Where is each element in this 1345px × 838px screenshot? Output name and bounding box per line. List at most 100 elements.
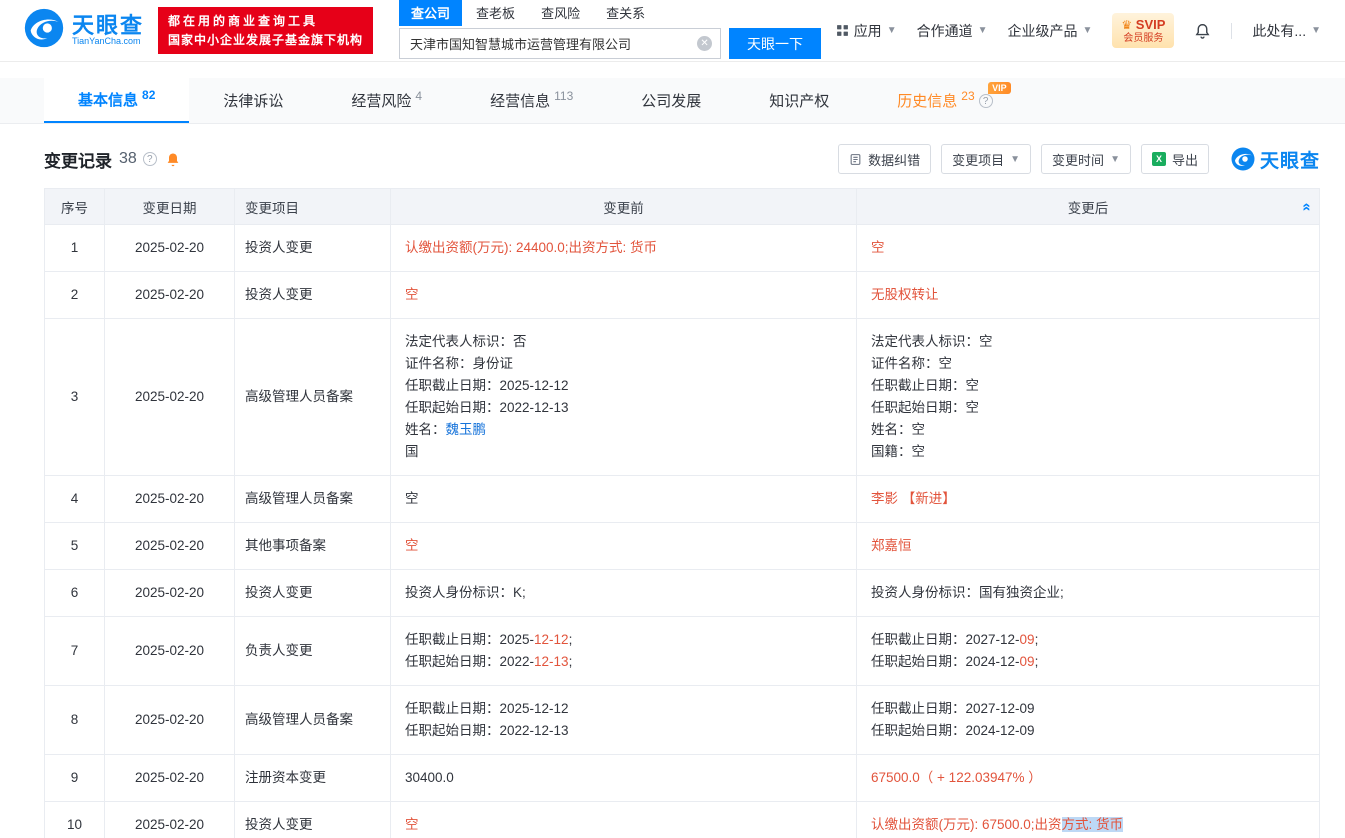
toolbar-tianyancha-logo: 天眼查 xyxy=(1231,146,1320,173)
search-block: 查公司查老板查风险查关系 ✕ 天眼一下 xyxy=(399,0,822,59)
table-row: 7 2025-02-20 负责人变更 任职截止日期：2025-12-12; 任职起始日期… xyxy=(44,616,1320,686)
header-spacer xyxy=(0,62,1345,78)
cell-change-date: 2025-02-20 xyxy=(104,475,235,523)
nav-tabs: 基本信息 82 法律诉讼 经营风险 4 经营信息 113 公司发展 知识产权 历史信息 23? VIP xyxy=(0,78,1345,124)
search-tab-boss[interactable]: 查老板 xyxy=(464,0,527,26)
col-header-no: 序号 xyxy=(44,188,105,225)
svip-member-button[interactable]: ♛ SVIP 会员服务 xyxy=(1112,13,1175,48)
cell-row-number: 1 xyxy=(44,224,105,272)
search-tabs: 查公司 查老板 查风险 查关系 xyxy=(399,0,821,26)
tab-legal-proceedings-label: 法律诉讼 xyxy=(223,93,284,110)
clear-search-icon[interactable]: ✕ xyxy=(697,36,713,51)
menu-partnership-label: 合作通道 xyxy=(916,22,973,39)
cell-after: 认缴出资额(万元): 67500.0;出资方式: 货币 xyxy=(856,801,1320,838)
search-tab-company[interactable]: 查公司 xyxy=(399,0,463,26)
cell-change-item: 其他事项备案 xyxy=(234,522,391,570)
cell-after: 67500.0（ + 122.03947% ） xyxy=(856,754,1320,802)
tab-history-info-count: 23 xyxy=(961,88,975,103)
cell-after: 投资人身份标识：国有独资企业; xyxy=(856,569,1320,617)
section-header: 变更记录 38 ? 数据纠错 变更项目 ▼ 变更时间 ▼ X 导出 天眼查 xyxy=(44,144,1320,174)
edit-doc-icon xyxy=(850,153,861,165)
cell-after: 李影 【新进】 xyxy=(856,475,1320,523)
apps-grid-icon xyxy=(836,24,849,37)
menu-apps-label: 应用 xyxy=(853,22,882,39)
filter-change-item-label: 变更项目 xyxy=(952,152,1005,168)
cell-row-number: 6 xyxy=(44,569,105,617)
header-menus: 应用 ▼ 合作通道 ▼ 企业级产品 ▼ xyxy=(836,21,1093,41)
header-right: 应用 ▼ 合作通道 ▼ 企业级产品 ▼ ♛ SVIP 会员服务 此处有... ▼ xyxy=(836,13,1321,48)
cell-after: 法定代表人标识：空 证件名称：空 任职截止日期：空 任职起始日期：空 姓名：空 国籍：空 xyxy=(856,318,1320,476)
notifications-bell-icon[interactable] xyxy=(1194,22,1211,40)
chevron-down-icon: ▼ xyxy=(1311,25,1321,36)
cell-before: 法定代表人标识：否 证件名称：身份证 任职截止日期：2025-12-12 任职起始日期… xyxy=(390,318,857,476)
cell-change-item: 负责人变更 xyxy=(234,616,391,686)
cell-before: 认缴出资额(万元): 24400.0;出资方式: 货币 xyxy=(390,224,857,272)
tab-legal-proceedings[interactable]: 法律诉讼 xyxy=(189,78,317,123)
cell-change-date: 2025-02-20 xyxy=(104,801,235,838)
crown-icon: ♛ xyxy=(1121,18,1133,33)
tianyancha-logo-icon xyxy=(24,8,64,53)
cell-after: 任职截止日期：2027-12-09; 任职起始日期：2024-12-09; xyxy=(856,616,1320,686)
monitor-bell-icon[interactable] xyxy=(165,151,181,168)
cell-after: 郑嘉恒 xyxy=(856,522,1320,570)
table-row: 8 2025-02-20 高级管理人员备案 任职截止日期：2025-12-12 任职起始… xyxy=(44,685,1320,755)
filter-change-time-label: 变更时间 xyxy=(1052,152,1105,168)
cell-change-item: 投资人变更 xyxy=(234,569,391,617)
tab-business-info[interactable]: 经营信息 113 xyxy=(456,78,607,123)
collapse-icon[interactable]: « xyxy=(1298,202,1315,210)
cell-before: 投资人身份标识：K; xyxy=(390,569,857,617)
chevron-down-icon: ▼ xyxy=(1110,153,1120,165)
cell-change-item: 高级管理人员备案 xyxy=(234,475,391,523)
search-button[interactable]: 天眼一下 xyxy=(729,28,822,59)
table-header-row: 序号 变更日期 变更项目 变更前 变更后 « xyxy=(44,188,1320,225)
search-tab-relation[interactable]: 查关系 xyxy=(594,0,657,26)
tab-business-risk-label: 经营风险 xyxy=(351,93,412,110)
brand-slogan: 都在用的商业查询工具 国家中小企业发展子基金旗下机构 xyxy=(158,6,374,55)
tab-company-development[interactable]: 公司发展 xyxy=(607,78,735,123)
cell-row-number: 5 xyxy=(44,522,105,570)
export-button[interactable]: X 导出 xyxy=(1140,144,1209,174)
data-correction-button[interactable]: 数据纠错 xyxy=(838,144,932,174)
cell-change-item: 注册资本变更 xyxy=(234,754,391,802)
filter-change-item-button[interactable]: 变更项目 ▼ xyxy=(941,144,1032,174)
person-link[interactable]: 魏玉鹏 xyxy=(446,422,487,437)
brand-domain: TianYanCha.com xyxy=(72,36,141,47)
cell-row-number: 2 xyxy=(44,271,105,319)
filter-change-time-button[interactable]: 变更时间 ▼ xyxy=(1041,144,1131,174)
slogan-line-1: 都在用的商业查询工具 xyxy=(168,13,319,28)
cell-row-number: 9 xyxy=(44,754,105,802)
cell-change-date: 2025-02-20 xyxy=(104,569,235,617)
menu-apps[interactable]: 应用 ▼ xyxy=(836,21,897,41)
cell-row-number: 4 xyxy=(44,475,105,523)
menu-more[interactable]: 此处有... ▼ xyxy=(1252,21,1321,41)
tab-business-risk[interactable]: 经营风险 4 xyxy=(317,78,456,123)
search-input[interactable] xyxy=(399,28,722,59)
tab-company-development-label: 公司发展 xyxy=(641,93,702,110)
table-row: 5 2025-02-20 其他事项备案空郑嘉恒 xyxy=(44,522,1320,570)
export-label: 导出 xyxy=(1171,152,1198,168)
tab-intellectual-property[interactable]: 知识产权 xyxy=(735,78,863,123)
tab-basic-info[interactable]: 基本信息 82 xyxy=(44,78,190,123)
col-header-date: 变更日期 xyxy=(104,188,235,225)
tianyancha-logo[interactable]: 天眼查 TianYanCha.com xyxy=(24,8,144,53)
help-icon[interactable]: ? xyxy=(978,93,993,108)
cell-change-date: 2025-02-20 xyxy=(104,685,235,755)
cell-row-number: 8 xyxy=(44,685,105,755)
cell-change-date: 2025-02-20 xyxy=(104,616,235,686)
cell-before: 任职截止日期：2025-12-12 任职起始日期：2022-12-13 xyxy=(390,685,857,755)
help-icon[interactable]: ? xyxy=(142,152,157,166)
menu-enterprise[interactable]: 企业级产品 ▼ xyxy=(1008,21,1093,41)
table-row: 2 2025-02-20 投资人变更空无股权转让 xyxy=(44,271,1320,319)
cell-change-date: 2025-02-20 xyxy=(104,754,235,802)
tab-history-info[interactable]: 历史信息 23? VIP xyxy=(863,78,1026,123)
cell-before: 任职截止日期：2025-12-12; 任职起始日期：2022-12-13; xyxy=(390,616,857,686)
menu-partnership[interactable]: 合作通道 ▼ xyxy=(917,21,988,41)
search-tab-risk[interactable]: 查风险 xyxy=(529,0,592,26)
col-header-item: 变更项目 xyxy=(234,188,391,225)
cell-change-item: 投资人变更 xyxy=(234,271,391,319)
table-row: 1 2025-02-20 投资人变更 认缴出资额(万元): 24400.0;出资方式:… xyxy=(44,224,1320,272)
cell-change-date: 2025-02-20 xyxy=(104,224,235,272)
menu-more-label: 此处有... xyxy=(1252,22,1307,39)
cell-before: 空 xyxy=(390,475,857,523)
slogan-line-2: 国家中小企业发展子基金旗下机构 xyxy=(168,32,364,47)
